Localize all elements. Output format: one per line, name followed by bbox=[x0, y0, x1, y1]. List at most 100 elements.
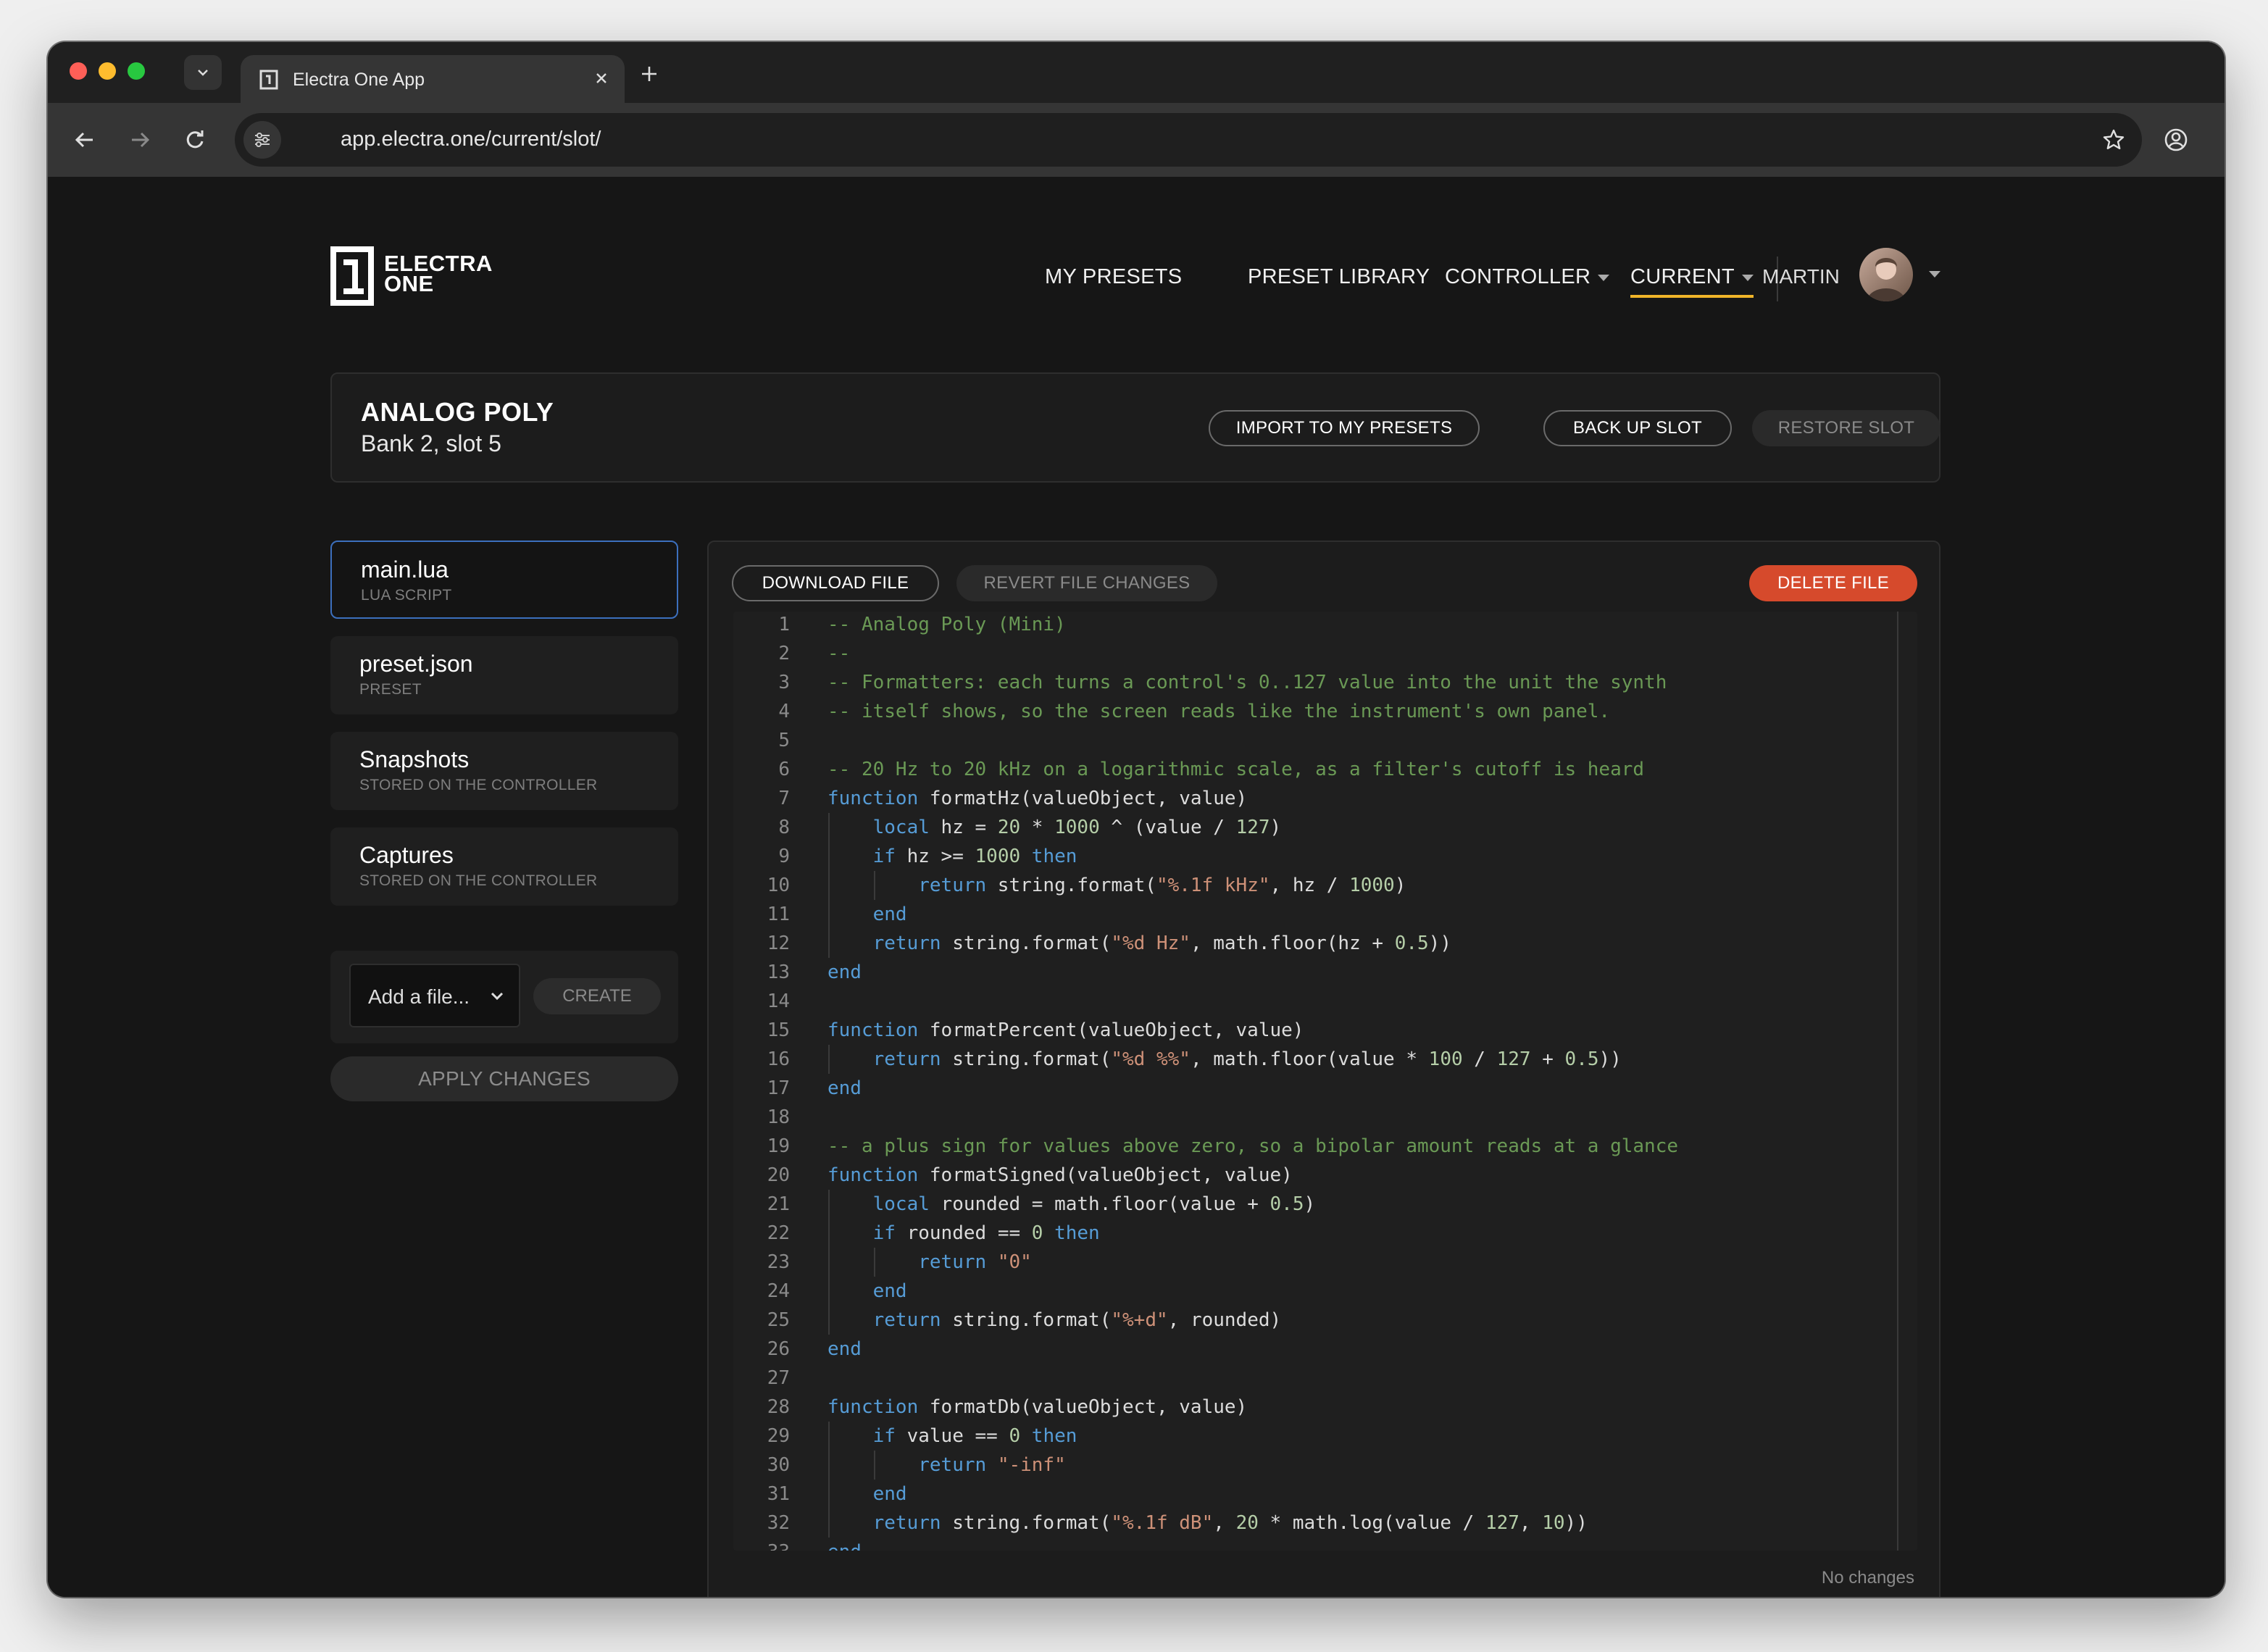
forward-button[interactable] bbox=[122, 122, 158, 158]
reload-button[interactable] bbox=[177, 122, 213, 158]
nav-my-presets[interactable]: MY PRESETS bbox=[1045, 265, 1182, 289]
code-line: 11 end bbox=[733, 900, 1917, 929]
close-window-button[interactable] bbox=[70, 62, 87, 80]
caret-down-icon bbox=[1598, 274, 1610, 281]
arrow-left-icon bbox=[75, 132, 93, 148]
code-line: 13 end bbox=[733, 958, 1917, 987]
code-text: if hz >= 1000 then bbox=[872, 846, 1077, 867]
line-number: 4 bbox=[778, 701, 790, 722]
file-item-preset-json[interactable]: preset.json PRESET bbox=[330, 636, 678, 714]
site-settings-icon[interactable] bbox=[243, 121, 281, 159]
file-item-main-lua[interactable]: main.lua LUA SCRIPT bbox=[330, 541, 678, 619]
line-number: 9 bbox=[778, 846, 790, 867]
caret-down-icon bbox=[1741, 274, 1754, 281]
line-number: 8 bbox=[778, 817, 790, 838]
code-text: end bbox=[827, 1338, 862, 1360]
file-editor-card: DOWNLOAD FILE REVERT FILE CHANGES DELETE… bbox=[707, 541, 1940, 1597]
line-number: 12 bbox=[767, 933, 790, 954]
add-file-select[interactable]: Add a file... bbox=[349, 964, 520, 1027]
code-text: return string.format("%.1f dB", 20 * mat… bbox=[872, 1512, 1588, 1534]
code-line: 30 return "-inf" bbox=[733, 1451, 1917, 1480]
nav-current[interactable]: CURRENT bbox=[1630, 265, 1754, 298]
line-number: 17 bbox=[767, 1077, 790, 1099]
new-tab-button[interactable] bbox=[633, 58, 665, 90]
chevron-down-icon bbox=[198, 70, 208, 76]
code-editor[interactable]: 1 -- Analog Poly (Mini) 2 -- 3 -- Formatters:… bbox=[733, 612, 1917, 1551]
file-name: main.lua bbox=[361, 556, 449, 583]
line-number: 25 bbox=[767, 1309, 790, 1331]
bookmark-star-icon[interactable] bbox=[2096, 122, 2132, 158]
code-text: function formatDb(valueObject, value) bbox=[827, 1396, 1248, 1418]
file-item-captures[interactable]: Captures STORED ON THE CONTROLLER bbox=[330, 827, 678, 906]
close-tab-icon[interactable] bbox=[588, 65, 614, 91]
code-text: -- bbox=[827, 643, 851, 664]
file-item-snapshots[interactable]: Snapshots STORED ON THE CONTROLLER bbox=[330, 732, 678, 810]
browser-menu-button[interactable] bbox=[2209, 122, 2225, 158]
code-text: -- itself shows, so the screen reads lik… bbox=[827, 701, 1611, 722]
plus-icon bbox=[642, 67, 656, 81]
create-file-button[interactable]: CREATE bbox=[533, 978, 661, 1014]
line-number: 28 bbox=[767, 1396, 790, 1418]
code-text: function formatHz(valueObject, value) bbox=[827, 788, 1248, 809]
delete-file-button[interactable]: DELETE FILE bbox=[1749, 565, 1917, 601]
line-number: 3 bbox=[778, 672, 790, 693]
line-number: 7 bbox=[778, 788, 790, 809]
line-number: 33 bbox=[733, 1538, 790, 1551]
nav-preset-library[interactable]: PRESET LIBRARY bbox=[1248, 265, 1430, 289]
apply-changes-button[interactable]: APPLY CHANGES bbox=[330, 1056, 678, 1101]
code-line: 25 return string.format("%+d", rounded) bbox=[733, 1306, 1917, 1335]
address-bar[interactable]: app.electra.one/current/slot/ bbox=[235, 113, 2142, 167]
code-text: end bbox=[827, 1077, 862, 1099]
zoom-window-button[interactable] bbox=[128, 62, 145, 80]
revert-file-changes-button[interactable]: REVERT FILE CHANGES bbox=[956, 565, 1217, 601]
code-text: if rounded == 0 then bbox=[872, 1222, 1100, 1244]
electra-logo-icon bbox=[330, 246, 374, 306]
code-text: return string.format("%d %%", math.floor… bbox=[872, 1048, 1622, 1070]
code-line: 33 end bbox=[733, 1538, 1917, 1551]
avatar[interactable] bbox=[1859, 248, 1913, 301]
chevron-down-icon bbox=[491, 992, 504, 1001]
code-text: function formatPercent(valueObject, valu… bbox=[827, 1019, 1304, 1041]
code-line: 24 end bbox=[733, 1277, 1917, 1306]
browser-window: Electra One App app.electra.one/current/… bbox=[48, 42, 2225, 1597]
add-file-select-value: Add a file... bbox=[368, 985, 470, 1008]
slot-header-card: ANALOG POLY Bank 2, slot 5 IMPORT TO MY … bbox=[330, 372, 1940, 483]
code-text: -- Analog Poly (Mini) bbox=[827, 614, 1066, 635]
line-number: 18 bbox=[767, 1106, 790, 1128]
editor-status: No changes bbox=[1821, 1568, 1914, 1588]
back-up-slot-button[interactable]: BACK UP SLOT bbox=[1543, 410, 1732, 446]
line-number: 6 bbox=[778, 759, 790, 780]
line-number: 2 bbox=[778, 643, 790, 664]
line-number: 19 bbox=[767, 1135, 790, 1157]
import-to-my-presets-button[interactable]: IMPORT TO MY PRESETS bbox=[1209, 410, 1480, 446]
restore-slot-button[interactable]: RESTORE SLOT bbox=[1752, 410, 1940, 446]
reload-icon bbox=[186, 130, 204, 149]
url-text[interactable]: app.electra.one/current/slot/ bbox=[341, 128, 601, 151]
minimize-window-button[interactable] bbox=[99, 62, 116, 80]
electra-one-logo[interactable]: ELECTRA ONE bbox=[330, 246, 504, 309]
nav-controller[interactable]: CONTROLLER bbox=[1445, 265, 1610, 289]
line-number: 11 bbox=[767, 904, 790, 925]
file-type: LUA SCRIPT bbox=[361, 587, 452, 604]
user-menu-caret-icon[interactable] bbox=[1929, 271, 1940, 278]
code-line: 2 -- bbox=[733, 639, 1917, 668]
code-text: return string.format("%d Hz", math.floor… bbox=[872, 933, 1451, 954]
web-page: ELECTRA ONE MY PRESETS PRESET LIBRARY CO… bbox=[48, 177, 2225, 1597]
code-line: 9 if hz >= 1000 then bbox=[733, 842, 1917, 871]
download-file-button[interactable]: DOWNLOAD FILE bbox=[732, 565, 939, 601]
code-line: 12 return string.format("%d Hz", math.fl… bbox=[733, 929, 1917, 958]
slot-subtitle: Bank 2, slot 5 bbox=[361, 430, 501, 456]
add-file-panel: Add a file... CREATE bbox=[330, 951, 678, 1043]
code-line: 27 bbox=[733, 1364, 1917, 1393]
code-text: local rounded = math.floor(value + 0.5) bbox=[872, 1193, 1316, 1215]
profile-button[interactable] bbox=[2158, 122, 2194, 158]
code-line: 10 return string.format("%.1f kHz", hz /… bbox=[733, 871, 1917, 900]
code-line: 32 return string.format("%.1f dB", 20 * … bbox=[733, 1509, 1917, 1538]
tab-search-button[interactable] bbox=[184, 55, 222, 90]
line-number: 13 bbox=[767, 961, 790, 983]
logo-line-2: ONE bbox=[384, 271, 434, 296]
user-name[interactable]: MARTIN bbox=[1762, 265, 1840, 288]
back-button[interactable] bbox=[67, 122, 103, 158]
line-number: 30 bbox=[767, 1454, 790, 1476]
browser-tab[interactable]: Electra One App bbox=[241, 55, 625, 103]
